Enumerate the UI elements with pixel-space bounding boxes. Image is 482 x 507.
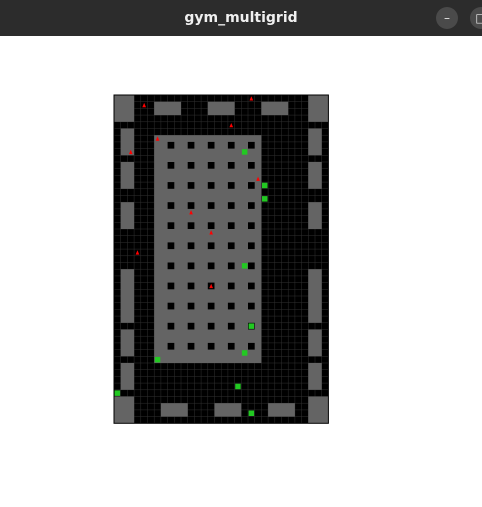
floor-hole <box>227 322 235 330</box>
floor-hole <box>187 242 195 250</box>
wall-block <box>308 363 322 390</box>
floor-hole <box>207 141 215 149</box>
floor-hole <box>248 162 255 169</box>
floor-hole <box>167 222 175 229</box>
floor-hole <box>187 141 195 149</box>
window-title: gym_multigrid <box>184 10 298 26</box>
floor-hole <box>167 342 175 350</box>
floor-hole <box>227 262 235 270</box>
wall-block <box>308 95 329 122</box>
wall-block <box>268 403 295 417</box>
window-titlebar: gym_multigrid – □ <box>0 0 482 36</box>
floor-hole <box>227 242 235 250</box>
floor-hole <box>227 222 235 229</box>
floor-hole <box>187 282 195 290</box>
wall-block <box>308 128 322 156</box>
ball <box>262 182 268 189</box>
floor-hole <box>207 302 215 310</box>
floor-hole <box>187 322 195 330</box>
floor-hole <box>187 262 195 270</box>
wall-block <box>120 296 135 323</box>
wall-block <box>308 162 322 189</box>
floor-hole <box>167 141 175 149</box>
floor-hole <box>227 282 235 290</box>
wall-block <box>120 269 135 296</box>
floor-hole <box>187 202 195 209</box>
wall-block <box>160 403 188 417</box>
floor-hole <box>227 342 235 350</box>
wall-block <box>308 329 322 357</box>
floor-hole <box>187 182 195 189</box>
floor-hole <box>248 262 255 270</box>
floor-hole <box>167 282 175 290</box>
floor-hole <box>227 202 235 209</box>
wall-block <box>308 269 322 296</box>
floor-hole <box>187 342 195 350</box>
floor-hole <box>248 182 255 189</box>
wall-block <box>120 162 135 189</box>
floor-hole <box>167 202 175 209</box>
floor-hole <box>167 322 175 330</box>
wall-block <box>120 329 135 357</box>
floor-hole <box>207 242 215 250</box>
floor-hole <box>248 302 255 310</box>
floor-hole <box>167 162 175 169</box>
floor-hole <box>248 282 255 290</box>
floor-hole <box>248 141 255 149</box>
ball <box>241 350 248 356</box>
floor-hole <box>187 162 195 169</box>
floor-hole <box>207 182 215 189</box>
floor-hole <box>167 262 175 270</box>
ball <box>262 196 268 202</box>
floor-hole <box>248 342 255 350</box>
floor-hole <box>227 302 235 310</box>
floor-hole <box>248 202 255 209</box>
floor-hole <box>227 182 235 189</box>
wall-block <box>114 396 135 424</box>
wall-block <box>114 95 135 122</box>
wall-block <box>154 101 181 116</box>
ball <box>235 383 241 390</box>
floor-hole <box>207 342 215 350</box>
maximize-icon: □ <box>475 11 482 25</box>
ball <box>241 263 248 269</box>
floor-hole <box>187 302 195 310</box>
ball <box>114 390 121 396</box>
floor-hole <box>207 262 215 270</box>
floor-hole <box>207 202 215 209</box>
wall-block <box>120 128 135 156</box>
minimize-button[interactable]: – <box>436 7 458 29</box>
wall-block <box>308 396 329 424</box>
floor-hole <box>187 222 195 229</box>
floor-hole <box>248 222 255 229</box>
floor-hole <box>167 302 175 310</box>
ball <box>241 149 248 155</box>
floor-hole <box>227 141 235 149</box>
ball <box>248 410 255 416</box>
floor-hole <box>207 222 215 229</box>
wall-block <box>214 403 242 417</box>
wall-block <box>120 202 135 229</box>
grid-canvas <box>113 94 329 424</box>
floor-hole <box>207 162 215 169</box>
floor-hole <box>207 322 215 330</box>
wall-block <box>120 363 135 390</box>
floor-hole <box>167 242 175 250</box>
floor-hole <box>227 162 235 169</box>
floor-hole <box>167 182 175 189</box>
ball <box>154 356 161 363</box>
wall-block <box>308 202 322 229</box>
floor-hole <box>248 242 255 250</box>
ball <box>248 323 255 329</box>
wall-block <box>261 101 289 116</box>
wall-block <box>308 296 322 323</box>
minimize-icon: – <box>444 11 450 25</box>
wall-block <box>207 101 235 116</box>
